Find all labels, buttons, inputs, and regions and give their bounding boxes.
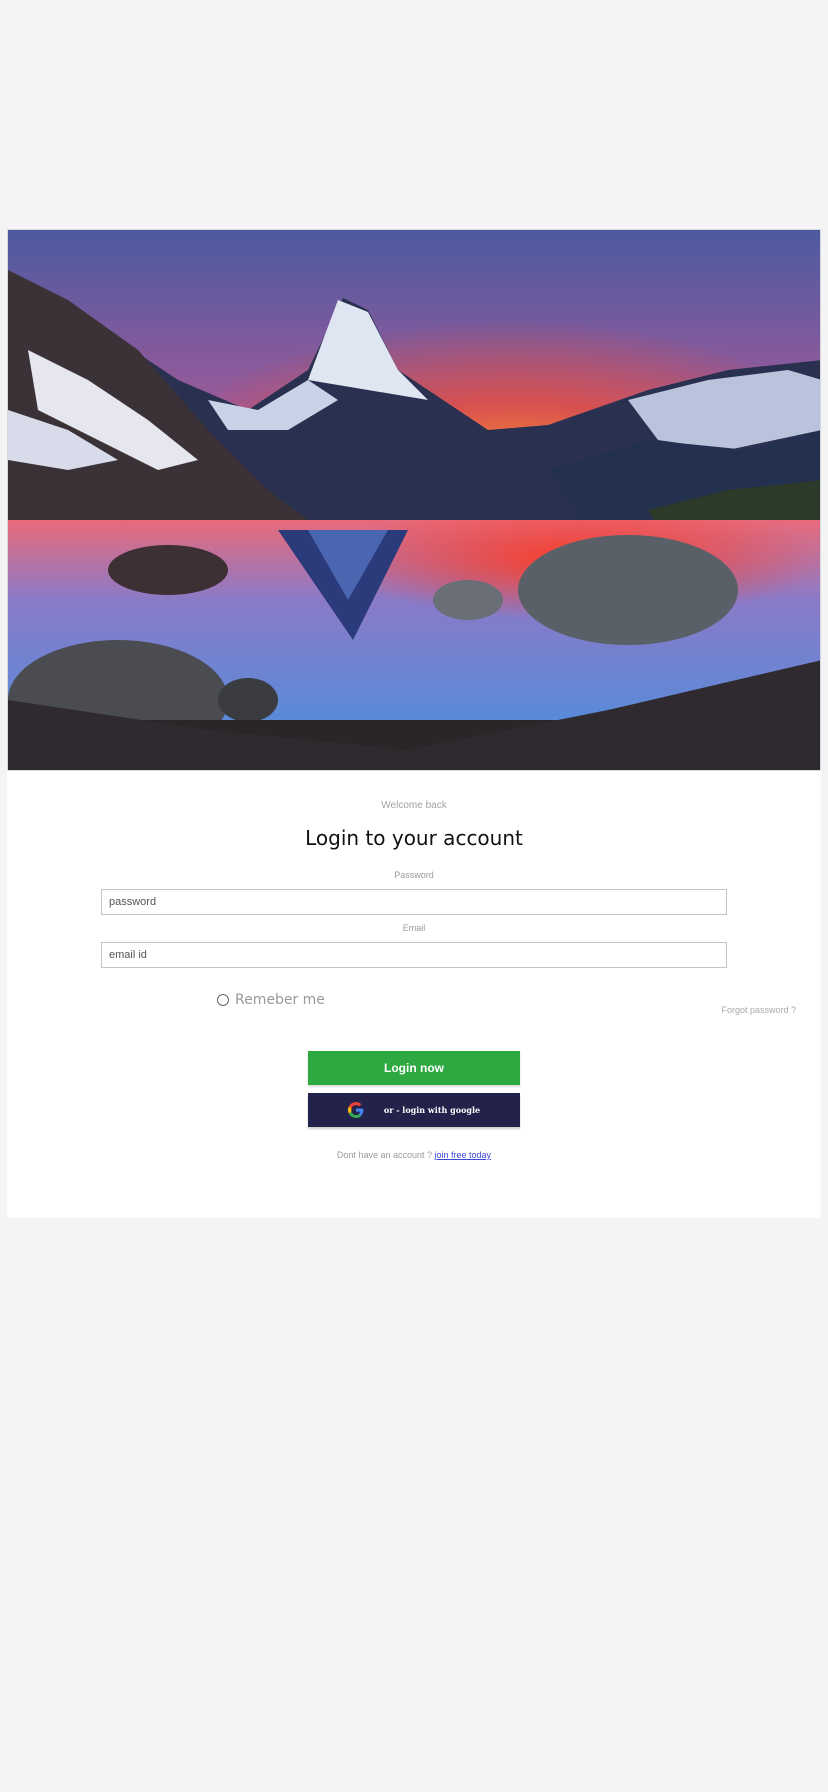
login-card: Welcome back Login to your account Passw… [7, 229, 821, 1218]
page-title: Login to your account [305, 826, 523, 850]
email-label: Email [402, 923, 426, 933]
signup-prompt-text: Dont have an account ? [336, 1150, 432, 1160]
remember-me-label: Remeber me [235, 992, 325, 1008]
password-field[interactable] [101, 889, 727, 915]
google-button-label: or - login with google [383, 1105, 481, 1115]
hero-image [7, 229, 821, 771]
remember-me[interactable]: Remeber me [217, 992, 325, 1008]
signup-link[interactable]: join free today [435, 1150, 492, 1160]
password-label: Password [394, 870, 434, 880]
login-button[interactable]: Login now [308, 1051, 520, 1085]
welcome-text: Welcome back [381, 800, 447, 811]
email-field[interactable] [101, 942, 727, 968]
google-login-button[interactable]: or - login with google [308, 1093, 520, 1127]
signup-prompt: Dont have an account ? join free today [7, 1150, 821, 1160]
radio-icon[interactable] [217, 994, 229, 1006]
forgot-password-link[interactable]: Forgot password ? [721, 1005, 796, 1015]
google-icon [347, 1102, 364, 1118]
